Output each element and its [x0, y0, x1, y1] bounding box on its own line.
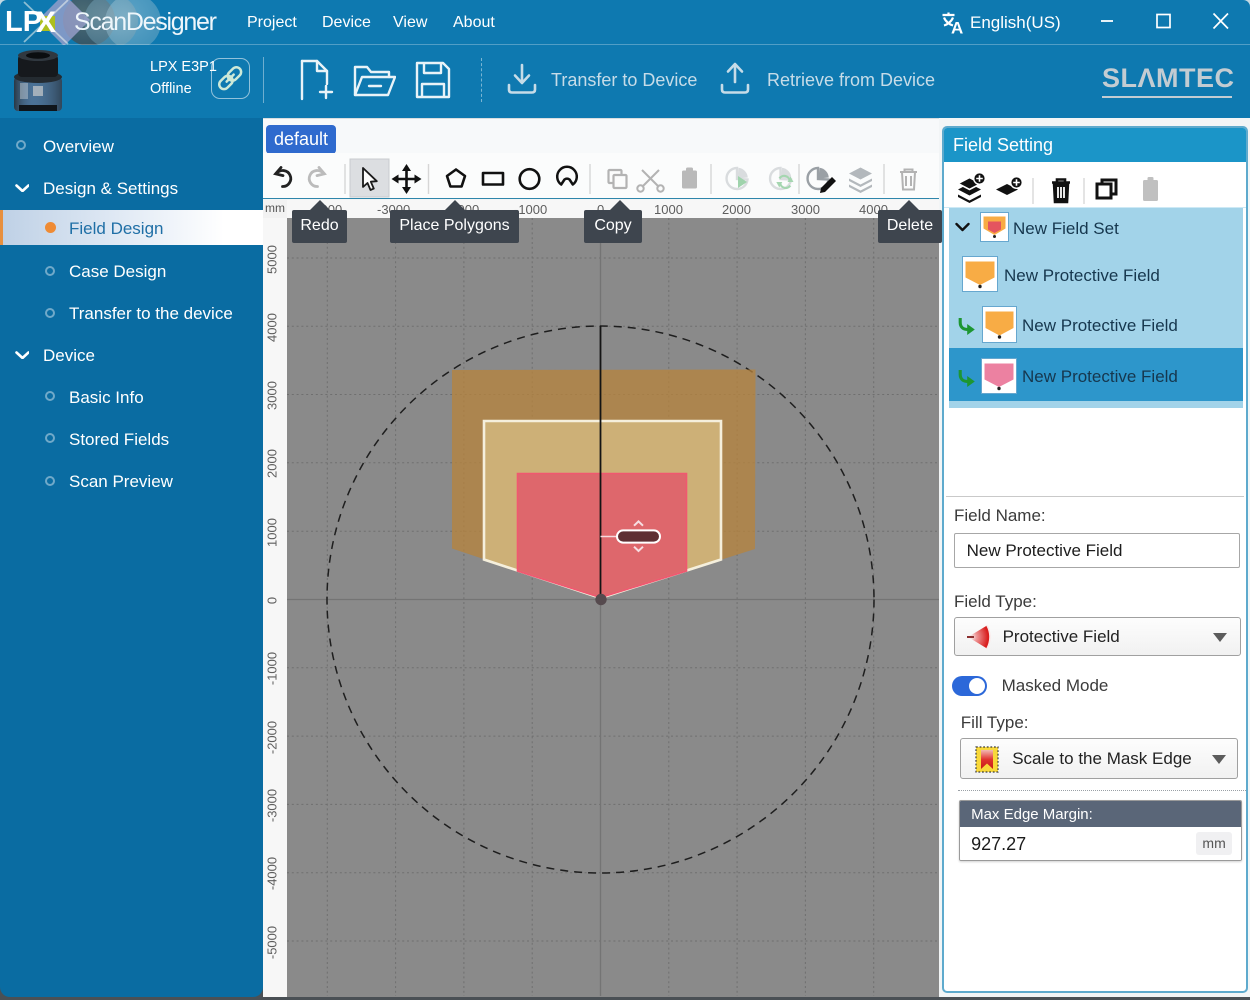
svg-text:A: A: [951, 19, 963, 36]
svg-text:X: X: [36, 6, 56, 39]
svg-text:ScanDesigner: ScanDesigner: [74, 8, 217, 36]
